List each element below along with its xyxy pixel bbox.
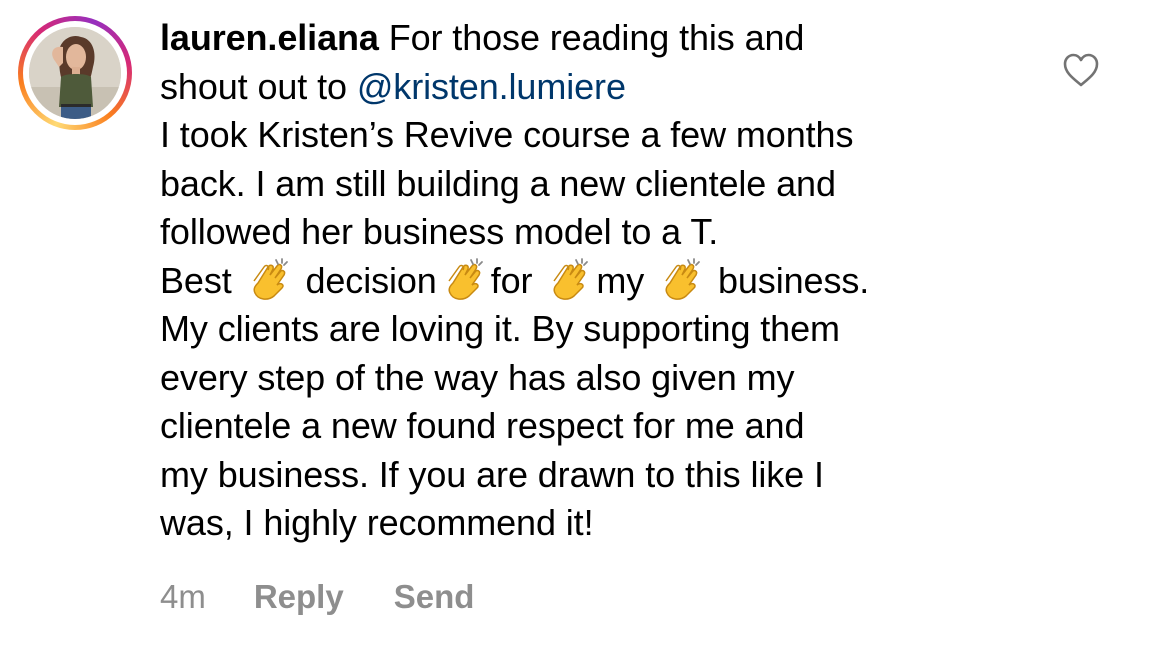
avatar-photo xyxy=(29,27,121,119)
clapping-hands-icon xyxy=(658,257,704,303)
send-button[interactable]: Send xyxy=(394,578,475,616)
clapping-hands-icon xyxy=(246,257,292,303)
comment-body-line: back. I am still building a new clientel… xyxy=(160,162,836,204)
comment-body-line: followed her business model to a T. xyxy=(160,211,719,252)
comment-intro-text: For those reading this and xyxy=(378,17,805,58)
emoji-line-word: for xyxy=(490,259,543,301)
emoji-line-word: decision xyxy=(295,259,437,301)
username-link[interactable]: lauren.eliana xyxy=(160,17,379,58)
shoutout-prefix: shout out to xyxy=(160,65,357,107)
emoji-line-word: Best xyxy=(160,259,242,301)
comment-body-line: I took Kristen’s Revive course a few mon… xyxy=(160,114,854,155)
heart-outline-icon[interactable] xyxy=(1062,52,1100,88)
comment-body-line: was, I highly recommend it! xyxy=(160,502,594,543)
comment-meta-row: 4m Reply Send xyxy=(160,578,474,616)
comment-body-line: My clients are loving it. By supporting … xyxy=(160,308,840,349)
clapping-hands-icon xyxy=(441,257,487,303)
clapping-hands-icon xyxy=(546,257,592,303)
comment-timestamp: 4m xyxy=(160,578,206,615)
comment-text: lauren.eliana For those reading this and… xyxy=(160,14,1040,548)
avatar-ring-gap xyxy=(23,21,127,125)
emoji-line-word: business. xyxy=(708,259,870,301)
mention-link[interactable]: @kristen.lumiere xyxy=(357,66,626,107)
avatar[interactable] xyxy=(18,16,132,130)
comment-item: lauren.eliana For those reading this and… xyxy=(0,0,1170,646)
comment-shoutout-line: shout out to @kristen.lumiere xyxy=(160,63,1040,112)
emoji-line-word: my xyxy=(596,259,655,301)
comment-body-line: my business. If you are drawn to this li… xyxy=(160,453,824,495)
comment-body-line: clientele a new found respect for me and xyxy=(160,405,805,446)
comment-first-line: lauren.eliana For those reading this and xyxy=(160,14,1040,63)
comment-emoji-line: Best decision for my business. xyxy=(160,257,1040,306)
comment-body-line: every step of the way has also given my xyxy=(160,356,795,398)
reply-button[interactable]: Reply xyxy=(254,578,344,616)
